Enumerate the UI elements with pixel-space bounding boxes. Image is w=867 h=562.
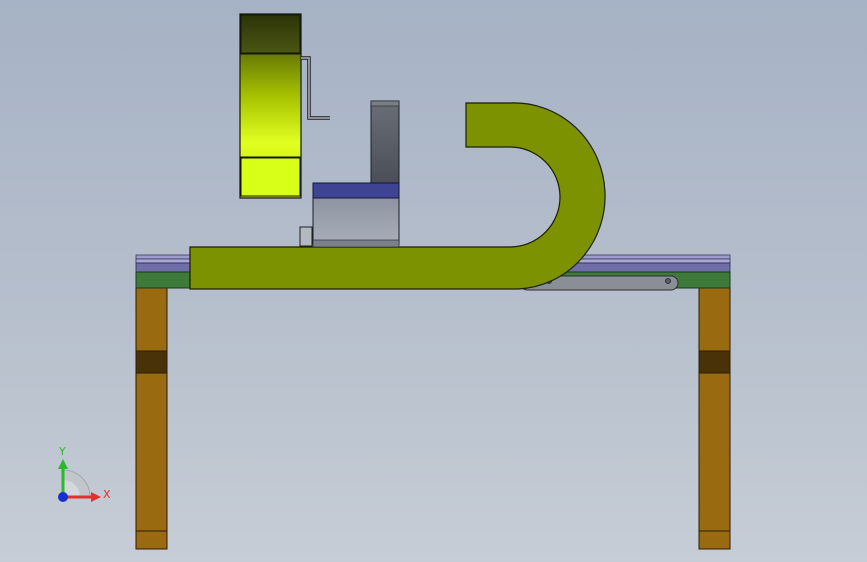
- triad-y-label: Y: [58, 445, 66, 458]
- right-leg-band: [698, 350, 731, 374]
- hopper[interactable]: [239, 13, 330, 199]
- triad-y-arrow: [58, 459, 68, 469]
- carriage-bolt-right: [665, 278, 671, 284]
- machine-head[interactable]: [299, 100, 400, 248]
- head-body[interactable]: [312, 197, 400, 245]
- hopper-top-window: [240, 14, 301, 54]
- head-column[interactable]: [370, 100, 400, 185]
- frame[interactable]: [135, 254, 731, 550]
- triad-z-axis: [58, 492, 68, 502]
- coordinate-triad: Y X: [58, 445, 111, 502]
- left-leg-band: [135, 350, 168, 374]
- left-leg[interactable]: [135, 287, 168, 550]
- hopper-bottom-window: [240, 157, 301, 197]
- head-cap[interactable]: [312, 182, 400, 199]
- triad-x-arrow: [91, 492, 101, 502]
- head-sensor[interactable]: [299, 226, 313, 247]
- triad-x-label: X: [103, 488, 111, 501]
- right-leg[interactable]: [698, 287, 731, 550]
- hopper-handle[interactable]: [301, 56, 330, 120]
- model-viewport[interactable]: Y X: [0, 0, 867, 562]
